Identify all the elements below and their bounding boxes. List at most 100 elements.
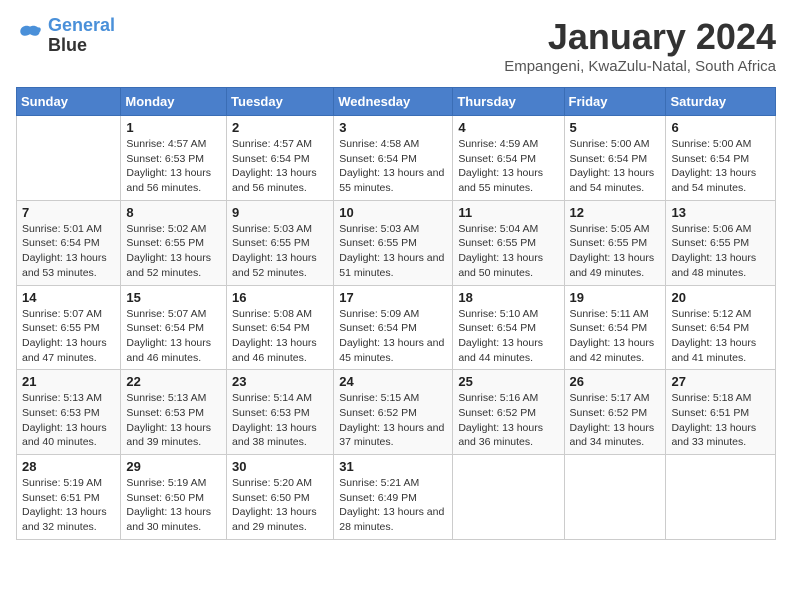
calendar-week-2: 7Sunrise: 5:01 AMSunset: 6:54 PMDaylight… <box>17 200 776 285</box>
calendar-cell <box>666 455 776 540</box>
calendar-cell <box>453 455 564 540</box>
day-header-thursday: Thursday <box>453 88 564 116</box>
day-info: Sunrise: 5:18 AMSunset: 6:51 PMDaylight:… <box>671 391 770 450</box>
calendar-cell: 22 Sunrise: 5:13 AMSunset: 6:53 PMDayligh… <box>121 370 227 455</box>
day-info: Sunrise: 5:14 AMSunset: 6:53 PMDaylight:… <box>232 391 328 450</box>
day-header-wednesday: Wednesday <box>334 88 453 116</box>
calendar-header-row: SundayMondayTuesdayWednesdayThursdayFrid… <box>17 88 776 116</box>
calendar-cell: 4Sunrise: 4:59 AMSunset: 6:54 PMDaylight… <box>453 116 564 201</box>
day-info: Sunrise: 4:57 AMSunset: 6:53 PMDaylight:… <box>126 137 221 196</box>
day-number: 16 <box>232 290 328 305</box>
day-number: 18 <box>458 290 558 305</box>
day-number: 8 <box>126 205 221 220</box>
day-number: 3 <box>339 120 447 135</box>
day-info: Sunrise: 5:06 AMSunset: 6:55 PMDaylight:… <box>671 222 770 281</box>
logo-text: GeneralBlue <box>48 16 115 56</box>
calendar-cell: 23 Sunrise: 5:14 AMSunset: 6:53 PMDayligh… <box>227 370 334 455</box>
calendar-cell: 9Sunrise: 5:03 AMSunset: 6:55 PMDaylight… <box>227 200 334 285</box>
day-info: Sunrise: 4:57 AMSunset: 6:54 PMDaylight:… <box>232 137 328 196</box>
day-info: Sunrise: 5:10 AMSunset: 6:54 PMDaylight:… <box>458 307 558 366</box>
day-number: 1 <box>126 120 221 135</box>
day-info: Sunrise: 4:58 AMSunset: 6:54 PMDaylight:… <box>339 137 447 196</box>
calendar-cell: 19Sunrise: 5:11 AMSunset: 6:54 PMDayligh… <box>564 285 666 370</box>
day-info: Sunrise: 5:07 AMSunset: 6:54 PMDaylight:… <box>126 307 221 366</box>
day-number: 17 <box>339 290 447 305</box>
day-number: 29 <box>126 459 221 474</box>
calendar-cell: 18 Sunrise: 5:10 AMSunset: 6:54 PMDayligh… <box>453 285 564 370</box>
calendar-cell: 14 Sunrise: 5:07 AMSunset: 6:55 PMDayligh… <box>17 285 121 370</box>
calendar-cell: 1 Sunrise: 4:57 AMSunset: 6:53 PMDaylight… <box>121 116 227 201</box>
day-number: 25 <box>458 374 558 389</box>
calendar-cell <box>564 455 666 540</box>
day-info: Sunrise: 5:13 AMSunset: 6:53 PMDaylight:… <box>22 391 115 450</box>
calendar-cell: 29 Sunrise: 5:19 AMSunset: 6:50 PMDayligh… <box>121 455 227 540</box>
day-info: Sunrise: 5:05 AMSunset: 6:55 PMDaylight:… <box>570 222 661 281</box>
calendar-cell: 11 Sunrise: 5:04 AMSunset: 6:55 PMDayligh… <box>453 200 564 285</box>
day-info: Sunrise: 5:19 AMSunset: 6:50 PMDaylight:… <box>126 476 221 535</box>
calendar-cell: 15 Sunrise: 5:07 AMSunset: 6:54 PMDayligh… <box>121 285 227 370</box>
day-number: 7 <box>22 205 115 220</box>
day-info: Sunrise: 5:21 AMSunset: 6:49 PMDaylight:… <box>339 476 447 535</box>
calendar-week-4: 21 Sunrise: 5:13 AMSunset: 6:53 PMDayligh… <box>17 370 776 455</box>
page-header: GeneralBlue January 2024 Empangeni, KwaZ… <box>16 16 776 75</box>
day-number: 22 <box>126 374 221 389</box>
day-info: Sunrise: 5:03 AMSunset: 6:55 PMDaylight:… <box>339 222 447 281</box>
day-info: Sunrise: 5:12 AMSunset: 6:54 PMDaylight:… <box>671 307 770 366</box>
day-number: 12 <box>570 205 661 220</box>
calendar-cell: 7Sunrise: 5:01 AMSunset: 6:54 PMDaylight… <box>17 200 121 285</box>
day-info: Sunrise: 5:19 AMSunset: 6:51 PMDaylight:… <box>22 476 115 535</box>
calendar-cell: 24Sunrise: 5:15 AMSunset: 6:52 PMDayligh… <box>334 370 453 455</box>
day-number: 9 <box>232 205 328 220</box>
day-number: 11 <box>458 205 558 220</box>
day-number: 19 <box>570 290 661 305</box>
day-header-sunday: Sunday <box>17 88 121 116</box>
logo-icon <box>16 22 44 50</box>
title-block: January 2024 Empangeni, KwaZulu-Natal, S… <box>504 16 776 75</box>
calendar-cell <box>17 116 121 201</box>
location-subtitle: Empangeni, KwaZulu-Natal, South Africa <box>504 58 776 75</box>
calendar-cell: 5 Sunrise: 5:00 AMSunset: 6:54 PMDaylight… <box>564 116 666 201</box>
calendar-cell: 28Sunrise: 5:19 AMSunset: 6:51 PMDayligh… <box>17 455 121 540</box>
day-info: Sunrise: 5:00 AMSunset: 6:54 PMDaylight:… <box>570 137 661 196</box>
day-number: 14 <box>22 290 115 305</box>
calendar-cell: 17 Sunrise: 5:09 AMSunset: 6:54 PMDayligh… <box>334 285 453 370</box>
calendar-cell: 31 Sunrise: 5:21 AMSunset: 6:49 PMDayligh… <box>334 455 453 540</box>
calendar-cell: 16 Sunrise: 5:08 AMSunset: 6:54 PMDayligh… <box>227 285 334 370</box>
calendar-cell: 25 Sunrise: 5:16 AMSunset: 6:52 PMDayligh… <box>453 370 564 455</box>
day-number: 23 <box>232 374 328 389</box>
day-number: 15 <box>126 290 221 305</box>
day-info: Sunrise: 5:08 AMSunset: 6:54 PMDaylight:… <box>232 307 328 366</box>
calendar-cell: 20Sunrise: 5:12 AMSunset: 6:54 PMDayligh… <box>666 285 776 370</box>
calendar-week-1: 1 Sunrise: 4:57 AMSunset: 6:53 PMDaylight… <box>17 116 776 201</box>
day-number: 4 <box>458 120 558 135</box>
day-number: 21 <box>22 374 115 389</box>
day-info: Sunrise: 5:20 AMSunset: 6:50 PMDaylight:… <box>232 476 328 535</box>
day-number: 10 <box>339 205 447 220</box>
day-info: Sunrise: 5:09 AMSunset: 6:54 PMDaylight:… <box>339 307 447 366</box>
day-info: Sunrise: 5:15 AMSunset: 6:52 PMDaylight:… <box>339 391 447 450</box>
day-info: Sunrise: 5:16 AMSunset: 6:52 PMDaylight:… <box>458 391 558 450</box>
day-number: 30 <box>232 459 328 474</box>
calendar-cell: 2 Sunrise: 4:57 AMSunset: 6:54 PMDaylight… <box>227 116 334 201</box>
logo: GeneralBlue <box>16 16 115 56</box>
day-header-monday: Monday <box>121 88 227 116</box>
day-info: Sunrise: 5:02 AMSunset: 6:55 PMDaylight:… <box>126 222 221 281</box>
day-header-saturday: Saturday <box>666 88 776 116</box>
day-number: 31 <box>339 459 447 474</box>
day-info: Sunrise: 5:17 AMSunset: 6:52 PMDaylight:… <box>570 391 661 450</box>
day-info: Sunrise: 5:07 AMSunset: 6:55 PMDaylight:… <box>22 307 115 366</box>
day-info: Sunrise: 5:00 AMSunset: 6:54 PMDaylight:… <box>671 137 770 196</box>
day-info: Sunrise: 5:04 AMSunset: 6:55 PMDaylight:… <box>458 222 558 281</box>
day-number: 5 <box>570 120 661 135</box>
calendar-cell: 13 Sunrise: 5:06 AMSunset: 6:55 PMDayligh… <box>666 200 776 285</box>
calendar-cell: 12 Sunrise: 5:05 AMSunset: 6:55 PMDayligh… <box>564 200 666 285</box>
calendar-cell: 26Sunrise: 5:17 AMSunset: 6:52 PMDayligh… <box>564 370 666 455</box>
day-info: Sunrise: 5:13 AMSunset: 6:53 PMDaylight:… <box>126 391 221 450</box>
day-number: 13 <box>671 205 770 220</box>
day-header-friday: Friday <box>564 88 666 116</box>
calendar-body: 1 Sunrise: 4:57 AMSunset: 6:53 PMDaylight… <box>17 116 776 540</box>
calendar-cell: 27Sunrise: 5:18 AMSunset: 6:51 PMDayligh… <box>666 370 776 455</box>
day-number: 2 <box>232 120 328 135</box>
calendar-week-5: 28Sunrise: 5:19 AMSunset: 6:51 PMDayligh… <box>17 455 776 540</box>
calendar-table: SundayMondayTuesdayWednesdayThursdayFrid… <box>16 87 776 540</box>
